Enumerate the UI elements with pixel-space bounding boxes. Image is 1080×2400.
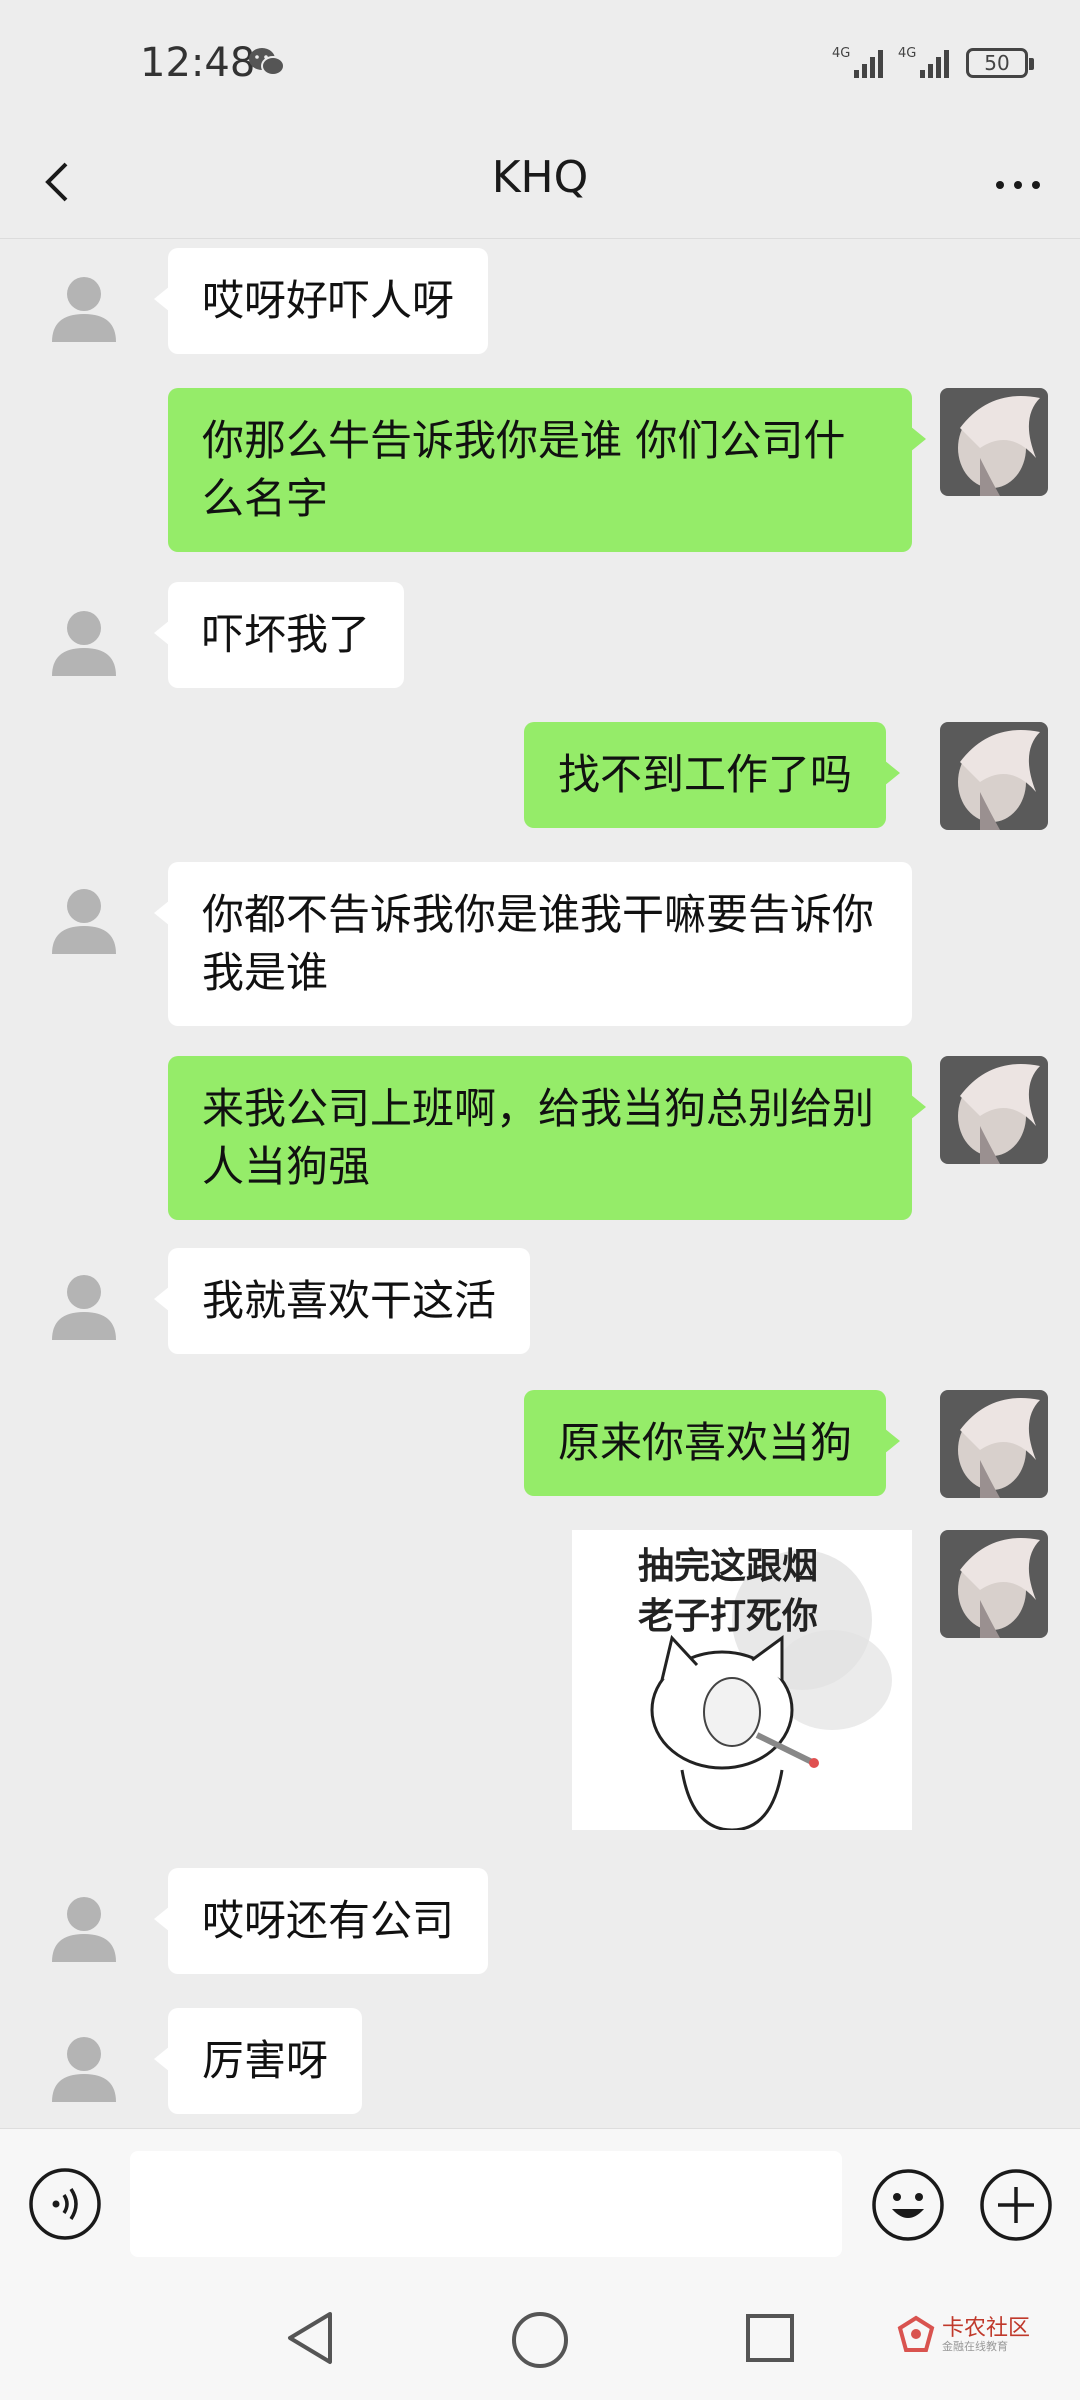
svg-text:4G: 4G <box>832 46 850 61</box>
message-bubble-incoming[interactable]: 我就喜欢干这活 <box>153 1248 531 1354</box>
message-input[interactable] <box>130 2151 842 2257</box>
avatar[interactable] <box>940 1530 1048 1638</box>
avatar[interactable] <box>940 1390 1048 1498</box>
wechat-icon <box>249 48 285 76</box>
voice-icon[interactable] <box>28 2167 102 2241</box>
sticker-caption: 抽完这跟烟 老子打死你 <box>638 1546 819 1637</box>
watermark-logo-icon <box>897 2315 935 2352</box>
avatar[interactable] <box>32 1256 136 1360</box>
more-dots-icon[interactable] <box>988 160 1048 210</box>
avatar[interactable] <box>32 2018 136 2122</box>
message-bubble-incoming[interactable]: 你都不告诉我你是谁我干嘛要告诉你我是谁 <box>154 862 912 1026</box>
avatar[interactable] <box>32 1878 136 1982</box>
triangle-back-icon[interactable] <box>282 2308 338 2368</box>
watermark: 卡农社区 金融在线教育 <box>896 2308 1030 2362</box>
input-bar <box>0 2128 1080 2281</box>
sticker-message[interactable]: 抽完这跟烟 老子打死你 <box>572 1530 912 1830</box>
avatar[interactable] <box>32 870 136 974</box>
signal-icon: 4G <box>832 46 883 78</box>
avatar[interactable] <box>32 592 136 696</box>
message-bubble-incoming[interactable]: 吓坏我了 <box>153 582 405 688</box>
status-bar: 12:48 4G 4G 50 <box>0 0 1080 130</box>
chat-header: KHQ <box>0 130 1080 239</box>
chat-title: KHQ <box>491 152 589 203</box>
battery-indicator: 50 <box>966 48 1034 78</box>
signal-icon: 4G <box>898 46 949 78</box>
message-bubble-outgoing[interactable]: 你那么牛告诉我你是谁 你们公司什么名字 <box>168 388 926 552</box>
emoji-icon[interactable] <box>870 2167 946 2243</box>
status-time: 12:48 <box>140 40 256 86</box>
system-nav-bar: 卡农社区 金融在线教育 <box>0 2280 1080 2400</box>
avatar[interactable] <box>940 722 1048 830</box>
message-bubble-outgoing[interactable]: 原来你喜欢当狗 <box>524 1390 901 1496</box>
square-recent-icon[interactable] <box>742 2310 798 2366</box>
message-bubble-incoming[interactable]: 厉害呀 <box>153 2008 363 2114</box>
message-list: 哎呀好吓人呀 你那么牛告诉我你是谁 你们公司什么名字 吓坏我了 找不到工作了吗 … <box>0 238 1080 2128</box>
watermark-subtitle: 金融在线教育 <box>942 2340 1008 2353</box>
message-bubble-outgoing[interactable]: 来我公司上班啊，给我当狗总别给别人当狗强 <box>168 1056 926 1220</box>
avatar[interactable] <box>940 1056 1048 1164</box>
svg-text:4G: 4G <box>898 46 916 61</box>
avatar[interactable] <box>32 258 136 362</box>
message-bubble-incoming[interactable]: 哎呀好吓人呀 <box>153 248 489 354</box>
circle-home-icon[interactable] <box>508 2308 572 2372</box>
message-bubble-outgoing[interactable]: 找不到工作了吗 <box>524 722 901 828</box>
avatar[interactable] <box>940 388 1048 496</box>
plus-icon[interactable] <box>978 2167 1054 2243</box>
message-bubble-incoming[interactable]: 哎呀还有公司 <box>153 1868 489 1974</box>
